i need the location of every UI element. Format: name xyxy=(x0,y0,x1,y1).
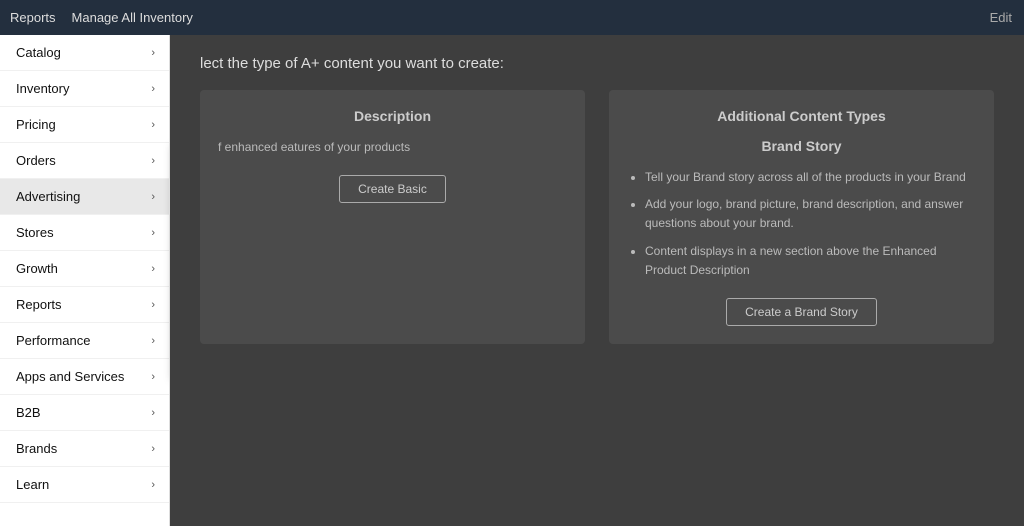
description-header: Description xyxy=(218,108,567,124)
sidebar-label-catalog: Catalog xyxy=(16,45,61,60)
sidebar-label-advertising: Advertising xyxy=(16,189,80,204)
sidebar-item-orders[interactable]: Orders › xyxy=(0,143,169,179)
brand-story-title: Brand Story xyxy=(627,138,976,154)
sidebar-item-inventory[interactable]: Inventory › xyxy=(0,71,169,107)
top-bar-links: Reports Manage All Inventory xyxy=(10,10,193,25)
sidebar-label-apps: Apps and Services xyxy=(16,369,124,384)
chevron-right-icon: › xyxy=(151,263,155,275)
create-brand-story-button[interactable]: Create a Brand Story xyxy=(726,298,877,326)
sidebar-item-b2b[interactable]: B2B › xyxy=(0,395,169,431)
chevron-right-icon: › xyxy=(151,371,155,383)
sidebar-item-catalog[interactable]: Catalog › xyxy=(0,35,169,71)
chevron-right-icon: › xyxy=(151,299,155,311)
chevron-right-icon: › xyxy=(151,443,155,455)
bullet-item-2: Add your logo, brand picture, brand desc… xyxy=(645,195,976,233)
sidebar-label-learn: Learn xyxy=(16,477,49,492)
bullet-item-3: Content displays in a new section above … xyxy=(645,242,976,280)
additional-content-column: Additional Content Types Brand Story Tel… xyxy=(609,90,994,344)
sidebar: Catalog › Inventory › Pricing › Orders ›… xyxy=(0,35,170,526)
main-content: lect the type of A+ content you want to … xyxy=(170,35,1024,526)
description-column: Description f enhanced eatures of your p… xyxy=(200,90,585,344)
chevron-right-icon: › xyxy=(151,83,155,95)
sidebar-item-growth[interactable]: Growth › xyxy=(0,251,169,287)
chevron-right-icon: › xyxy=(151,191,155,203)
bullet-item-1: Tell your Brand story across all of the … xyxy=(645,168,976,187)
main-layout: Catalog › Inventory › Pricing › Orders ›… xyxy=(0,35,1024,526)
sidebar-label-b2b: B2B xyxy=(16,405,41,420)
chevron-right-icon: › xyxy=(151,119,155,131)
select-type-heading: lect the type of A+ content you want to … xyxy=(200,55,994,72)
sidebar-label-reports: Reports xyxy=(16,297,62,312)
sidebar-label-growth: Growth xyxy=(16,261,58,276)
sidebar-item-brands[interactable]: Brands › xyxy=(0,431,169,467)
sidebar-item-learn[interactable]: Learn › xyxy=(0,467,169,503)
sidebar-label-inventory: Inventory xyxy=(16,81,69,96)
chevron-right-icon: › xyxy=(151,155,155,167)
sidebar-label-performance: Performance xyxy=(16,333,90,348)
reports-link[interactable]: Reports xyxy=(10,10,56,25)
sidebar-item-apps[interactable]: Apps and Services › xyxy=(0,359,169,395)
chevron-right-icon: › xyxy=(151,335,155,347)
chevron-right-icon: › xyxy=(151,227,155,239)
edit-button[interactable]: Edit xyxy=(990,10,1012,25)
brand-story-bullets: Tell your Brand story across all of the … xyxy=(627,168,976,280)
sidebar-item-reports[interactable]: Reports › xyxy=(0,287,169,323)
chevron-right-icon: › xyxy=(151,407,155,419)
top-bar: Reports Manage All Inventory Edit xyxy=(0,0,1024,35)
sidebar-label-pricing: Pricing xyxy=(16,117,56,132)
description-text: f enhanced eatures of your products xyxy=(218,138,567,157)
content-area: lect the type of A+ content you want to … xyxy=(170,35,1024,526)
content-columns: Description f enhanced eatures of your p… xyxy=(200,90,994,344)
sidebar-item-pricing[interactable]: Pricing › xyxy=(0,107,169,143)
sidebar-label-orders: Orders xyxy=(16,153,56,168)
sidebar-item-advertising[interactable]: Advertising › xyxy=(0,179,169,215)
sidebar-label-brands: Brands xyxy=(16,441,57,456)
chevron-right-icon: › xyxy=(151,47,155,59)
create-basic-button[interactable]: Create Basic xyxy=(339,175,446,203)
sidebar-label-stores: Stores xyxy=(16,225,54,240)
additional-content-header: Additional Content Types xyxy=(627,108,976,124)
sidebar-item-stores[interactable]: Stores › xyxy=(0,215,169,251)
manage-inventory-link[interactable]: Manage All Inventory xyxy=(72,10,193,25)
chevron-right-icon: › xyxy=(151,479,155,491)
sidebar-item-performance[interactable]: Performance › xyxy=(0,323,169,359)
